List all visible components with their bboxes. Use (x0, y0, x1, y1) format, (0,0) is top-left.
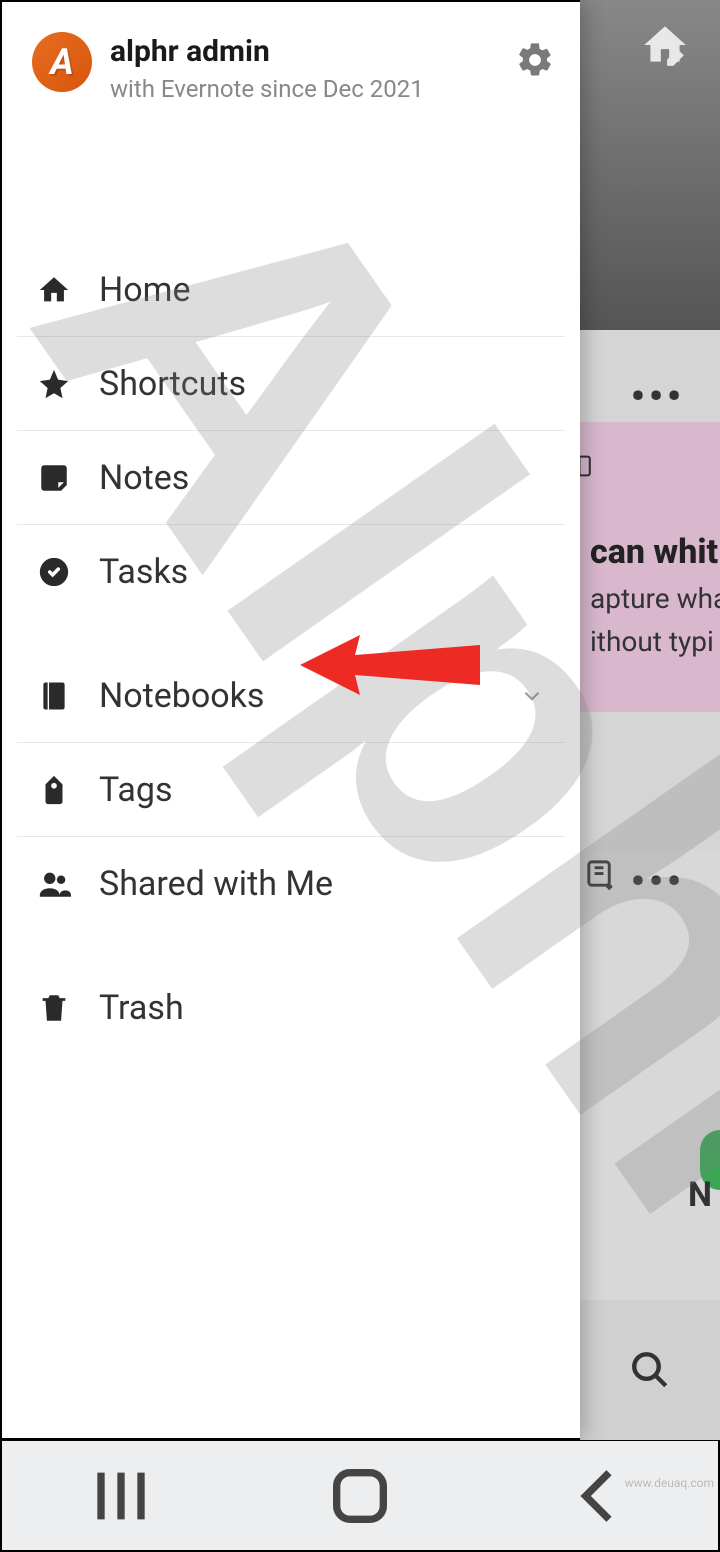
nav-item-tasks[interactable]: Tasks (17, 525, 565, 619)
people-icon (37, 867, 71, 901)
gear-icon (515, 40, 555, 80)
nav-label: Shared with Me (99, 864, 545, 904)
nav-label: Tasks (99, 552, 545, 592)
settings-button[interactable] (515, 40, 555, 80)
nav-item-shared[interactable]: Shared with Me (17, 837, 565, 931)
home-icon (37, 273, 71, 307)
home-nav-icon (320, 1456, 400, 1536)
more-icon: ••• (631, 375, 685, 419)
scratch-pad-card: can whit apture wha ithout typi (580, 422, 720, 712)
user-subtext: with Evernote since Dec 2021 (110, 75, 497, 103)
home-edit-icon (640, 20, 690, 70)
android-nav-bar (0, 1440, 720, 1552)
nav-item-shortcuts[interactable]: Shortcuts (17, 337, 565, 431)
nav-item-tags[interactable]: Tags (17, 743, 565, 837)
avatar[interactable]: A (32, 32, 92, 92)
nav-label: Shortcuts (99, 364, 545, 404)
recents-button[interactable] (81, 1471, 161, 1521)
nav-item-notes[interactable]: Notes (17, 431, 565, 525)
avatar-initial: A (50, 41, 73, 83)
nav-label: Trash (99, 988, 545, 1028)
nav-item-notebooks[interactable]: Notebooks (17, 649, 565, 743)
drawer-header: A alphr admin with Evernote since Dec 20… (2, 2, 580, 123)
nav-label: Notebooks (99, 676, 491, 716)
check-circle-icon (37, 555, 71, 589)
add-note-icon (583, 855, 618, 895)
home-button[interactable] (320, 1471, 400, 1521)
chevron-down-icon (519, 683, 545, 709)
search-icon (629, 1349, 671, 1391)
notebook-icon (37, 679, 71, 713)
nav-label: Tags (99, 770, 545, 810)
nav-list: Home Shortcuts Notes Tasks Notebooks (2, 243, 580, 1055)
back-icon (559, 1456, 639, 1536)
url-watermark: www.deuaq.com (625, 1476, 714, 1490)
note-icon (37, 461, 71, 495)
nav-label: Home (99, 270, 545, 310)
star-icon (37, 367, 71, 401)
user-name: alphr admin (110, 34, 497, 69)
tag-icon (37, 773, 71, 807)
user-info[interactable]: alphr admin with Evernote since Dec 2021 (110, 32, 497, 103)
nav-label: Notes (99, 458, 545, 498)
trash-icon (37, 991, 71, 1025)
more-icon: ••• (631, 860, 685, 904)
recents-icon (81, 1456, 161, 1536)
new-label-partial: N (688, 1175, 712, 1215)
nav-item-home[interactable]: Home (17, 243, 565, 337)
navigation-drawer: A alphr admin with Evernote since Dec 20… (0, 0, 580, 1440)
nav-item-trash[interactable]: Trash (17, 961, 565, 1055)
